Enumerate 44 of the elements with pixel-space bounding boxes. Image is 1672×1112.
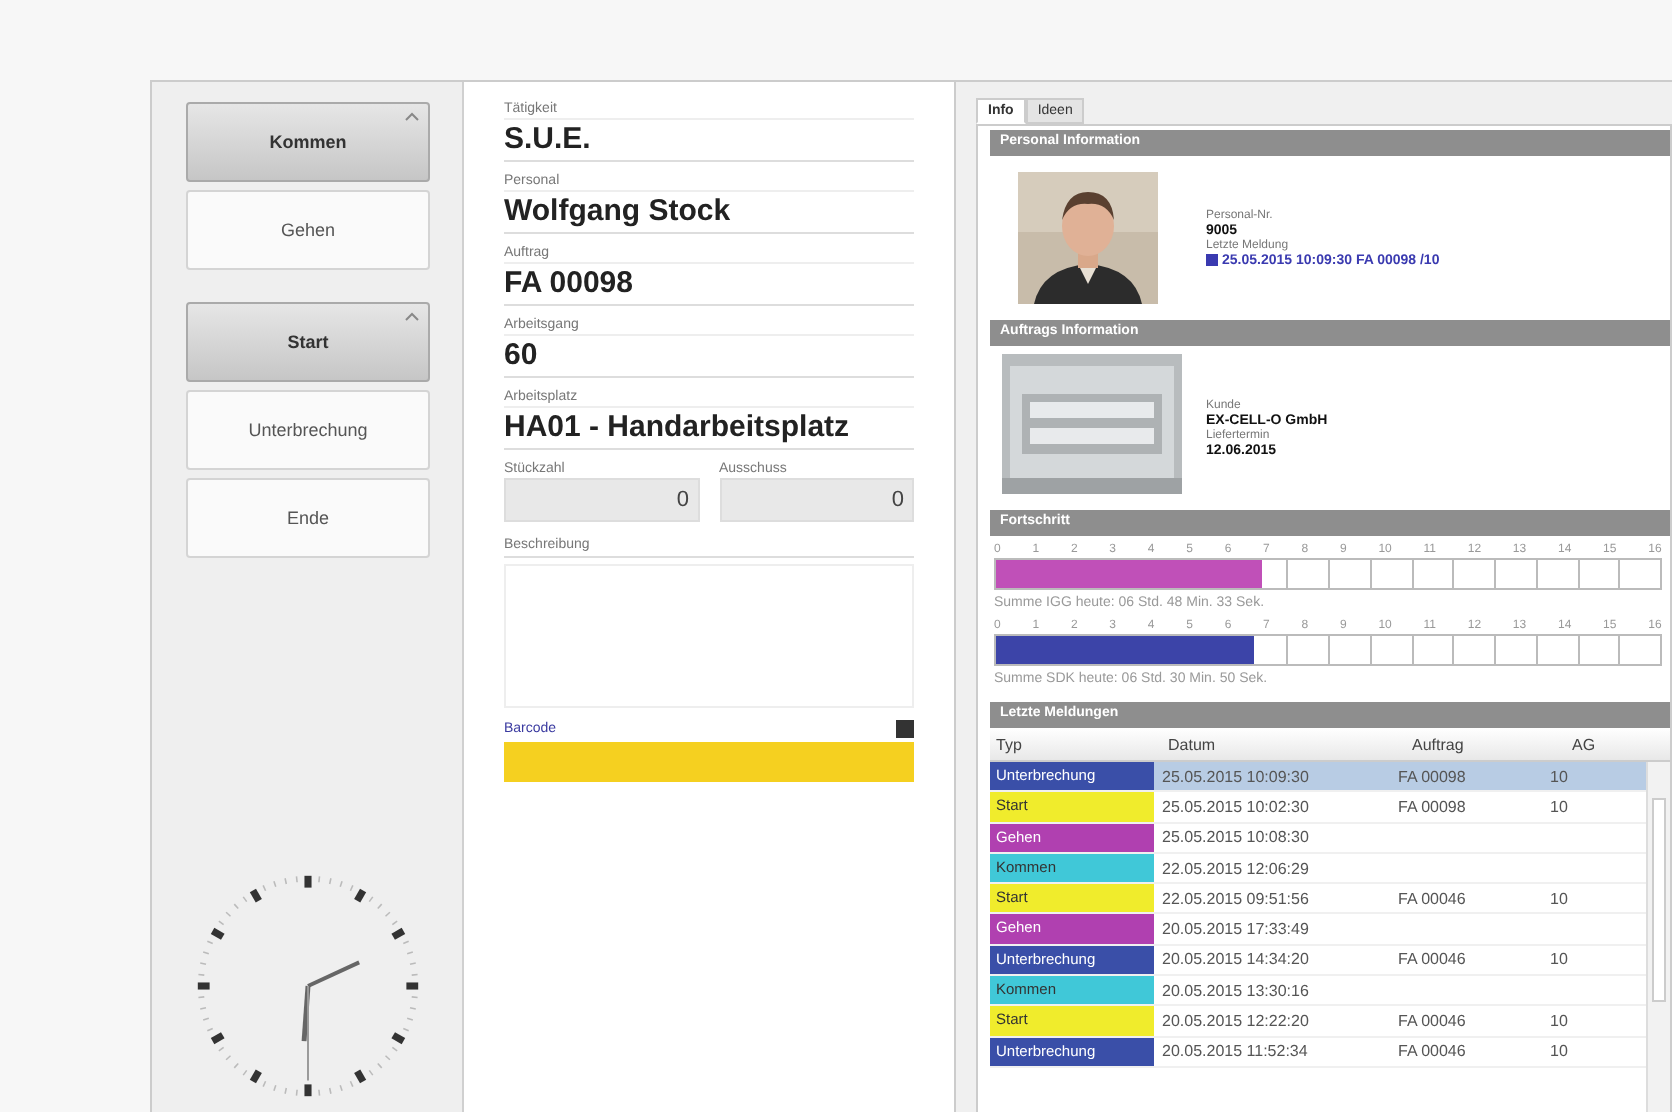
input-field[interactable]: S.U.E.	[504, 118, 914, 162]
number-field[interactable]: 0	[504, 478, 699, 522]
primary-button[interactable]: Kommen	[186, 102, 430, 182]
caret-icon	[404, 312, 420, 322]
table-cell-text: 20.05.2015 14:34:20	[1160, 950, 1311, 969]
column-header[interactable]: Auftrag	[1404, 735, 1564, 753]
table-cell: 10	[1550, 797, 1568, 816]
table-cell-text: 20.05.2015 17:33:49	[1160, 920, 1311, 939]
input-field[interactable]: Wolfgang Stock	[504, 190, 914, 234]
table-cell-text: 22.05.2015 09:51:56	[1160, 889, 1311, 908]
table-cell-text: 22.05.2015 12:06:29	[1160, 859, 1311, 878]
secondary-button[interactable]: Ende	[186, 478, 430, 558]
table-cell: 10	[1550, 950, 1568, 969]
table-cell: FA 00046	[1398, 950, 1466, 969]
square-icon	[896, 720, 914, 738]
table-cell-text: 25.05.2015 10:08:30	[1160, 828, 1311, 847]
input-field[interactable]: 60	[504, 334, 914, 378]
column-header[interactable]: Datum	[1160, 735, 1404, 753]
secondary-button[interactable]: Gehen	[186, 190, 430, 270]
table-cell: FA 00098	[1398, 797, 1466, 816]
table-cell: 10	[1550, 889, 1568, 908]
table-cell: 10	[1550, 1012, 1568, 1031]
table-cell: 10	[1550, 767, 1568, 786]
table-cell-text: 25.05.2015 10:02:30	[1160, 797, 1311, 816]
square-icon	[1206, 254, 1218, 266]
table-cell-text: 25.05.2015 10:09:30	[1160, 767, 1311, 786]
table-cell-text: 20.05.2015 12:22:20	[1160, 1012, 1311, 1031]
column-header[interactable]: AG	[1564, 735, 1636, 753]
primary-button[interactable]: Start	[186, 302, 430, 382]
input-field[interactable]: FA 00098	[504, 262, 914, 306]
table-cell-text: 20.05.2015 11:52:34	[1160, 1042, 1310, 1061]
table-cell-text: 20.05.2015 13:30:16	[1160, 981, 1311, 1000]
caret-icon	[404, 112, 420, 122]
column-header[interactable]: Typ	[990, 735, 1160, 753]
table-cell: FA 00098	[1398, 767, 1466, 786]
table-cell: FA 00046	[1398, 889, 1466, 908]
secondary-button[interactable]: Unterbrechung	[186, 390, 430, 470]
number-field[interactable]: 0	[719, 478, 914, 522]
barcode-field[interactable]	[504, 742, 914, 782]
table-cell: FA 00046	[1398, 1012, 1466, 1031]
input-field[interactable]: HA01 - Handarbeitsplatz	[504, 406, 914, 450]
table-cell: FA 00046	[1398, 1042, 1466, 1061]
scrollbar[interactable]	[1646, 762, 1670, 1112]
table-cell: 10	[1550, 1042, 1568, 1061]
